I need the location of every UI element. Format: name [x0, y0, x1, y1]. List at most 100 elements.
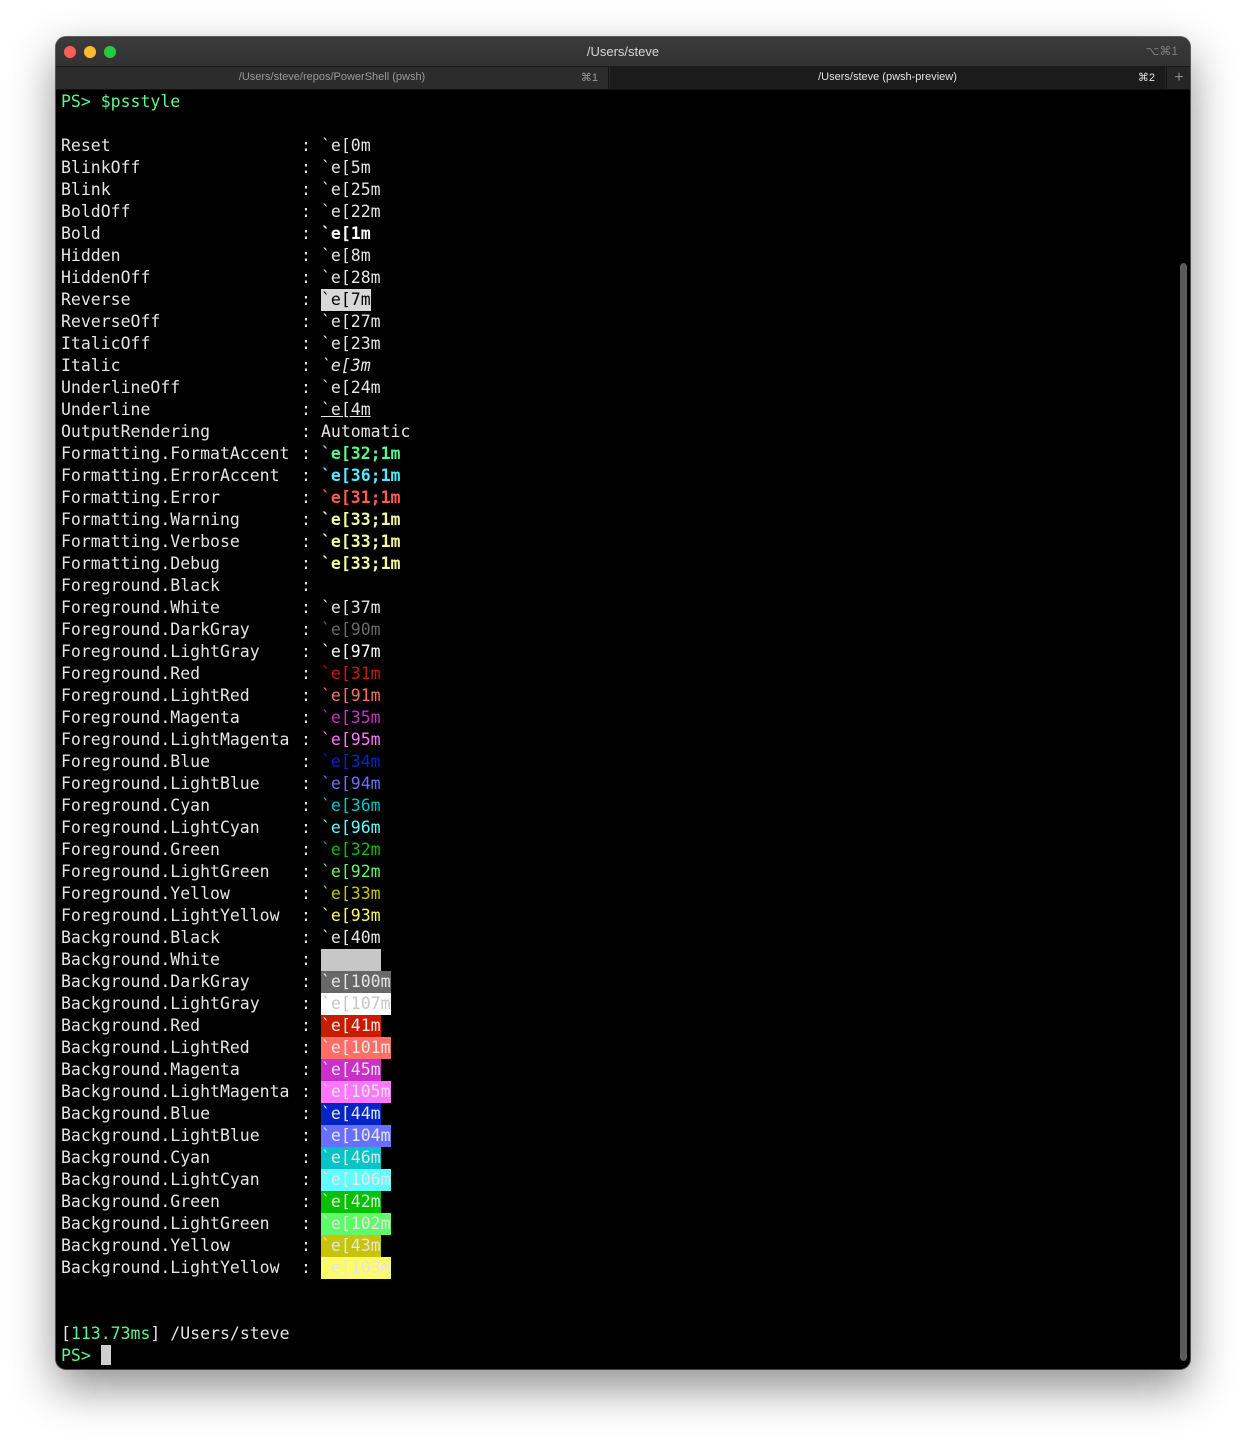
- separator: :: [301, 510, 311, 529]
- separator: :: [301, 752, 311, 771]
- property-name: Foreground.LightYellow: [61, 906, 280, 925]
- property-value: `e[105m: [321, 1081, 391, 1103]
- psstyle-row: Bold: `e[1m: [61, 223, 661, 245]
- property-value: `e[37m: [321, 598, 381, 617]
- property-name: Formatting.Verbose: [61, 532, 240, 551]
- psstyle-row: BoldOff: `e[22m: [61, 201, 661, 223]
- separator: :: [301, 334, 311, 353]
- property-name: Reverse: [61, 290, 131, 309]
- separator: :: [301, 818, 311, 837]
- property-value: `e[33m: [321, 884, 381, 903]
- separator: :: [301, 1236, 311, 1255]
- property-name: Formatting.Warning: [61, 510, 240, 529]
- elapsed-time: 113.73ms: [70, 1324, 151, 1343]
- psstyle-row: Hidden: `e[8m: [61, 245, 661, 267]
- psstyle-row: Italic: `e[3m: [61, 355, 661, 377]
- separator: :: [301, 1126, 311, 1145]
- psstyle-row: Formatting.ErrorAccent: `e[36;1m: [61, 465, 661, 487]
- separator: :: [301, 972, 311, 991]
- property-value: `e[101m: [321, 1037, 391, 1059]
- text-cursor: [100, 1345, 111, 1365]
- separator: :: [301, 158, 311, 177]
- psstyle-row: Formatting.Verbose: `e[33;1m: [61, 531, 661, 553]
- property-name: Formatting.Debug: [61, 554, 220, 573]
- property-value: `e[91m: [321, 686, 381, 705]
- property-value: `e[32m: [321, 840, 381, 859]
- separator: :: [301, 356, 311, 375]
- property-value: `e[33;1m: [321, 510, 401, 529]
- property-value: `e[33;1m: [321, 532, 401, 551]
- psstyle-row: Background.Yellow: `e[43m: [61, 1235, 661, 1257]
- property-value: `e[34m: [321, 752, 381, 771]
- property-value: `e[107m: [321, 993, 391, 1015]
- tab-shortcut: ⌘2: [1137, 72, 1155, 84]
- property-name: Foreground.DarkGray: [61, 620, 250, 639]
- property-name: Foreground.LightRed: [61, 686, 250, 705]
- psstyle-row: BlinkOff: `e[5m: [61, 157, 661, 179]
- property-name: Foreground.Red: [61, 664, 201, 683]
- separator: :: [301, 862, 311, 881]
- separator: :: [301, 884, 311, 903]
- separator: :: [301, 1170, 311, 1189]
- psstyle-row: Foreground.Magenta: `e[35m: [61, 707, 661, 729]
- property-name: Background.Green: [61, 1192, 220, 1211]
- property-name: Foreground.Cyan: [61, 796, 211, 815]
- property-name: Background.Red: [61, 1016, 201, 1035]
- psstyle-row: Foreground.LightMagenta: `e[95m: [61, 729, 661, 751]
- separator: :: [301, 1104, 311, 1123]
- separator: :: [301, 1258, 311, 1277]
- tab-powershell-repo[interactable]: /Users/steve/repos/PowerShell (pwsh) ⌘1: [56, 67, 609, 89]
- psstyle-row: Background.LightRed: `e[101m: [61, 1037, 661, 1059]
- property-value: `e[92m: [321, 862, 381, 881]
- psstyle-row: Background.Black: `e[40m: [61, 927, 661, 949]
- property-name: ItalicOff: [61, 334, 151, 353]
- property-value: `e[102m: [321, 1213, 391, 1235]
- title-bar[interactable]: /Users/steve ⌥⌘1: [56, 37, 1190, 67]
- separator: :: [301, 554, 311, 573]
- separator: :: [301, 422, 311, 441]
- property-value: `e[7m: [321, 289, 371, 311]
- property-value: `e[45m: [321, 1059, 381, 1081]
- terminal-window: /Users/steve ⌥⌘1 /Users/steve/repos/Powe…: [56, 37, 1190, 1369]
- tab-steve-preview[interactable]: /Users/steve (pwsh-preview) ⌘2: [610, 67, 1165, 89]
- property-name: Bold: [61, 224, 101, 243]
- input-line[interactable]: PS>: [61, 1345, 111, 1367]
- property-value: `e[42m: [321, 1191, 381, 1213]
- new-tab-button[interactable]: +: [1166, 67, 1190, 89]
- psstyle-row: Background.LightCyan: `e[106m: [61, 1169, 661, 1191]
- property-name: Background.DarkGray: [61, 972, 250, 991]
- property-name: Formatting.FormatAccent: [61, 444, 290, 463]
- property-name: Background.LightCyan: [61, 1170, 260, 1189]
- property-name: Foreground.LightCyan: [61, 818, 260, 837]
- separator: :: [301, 1082, 311, 1101]
- psstyle-row: Foreground.Red: `e[31m: [61, 663, 661, 685]
- property-value: Automatic: [321, 422, 411, 441]
- property-name: Foreground.LightGreen: [61, 862, 270, 881]
- property-name: Background.LightMagenta: [61, 1082, 290, 1101]
- separator: :: [301, 1038, 311, 1057]
- psstyle-row: Background.LightGray: `e[107m: [61, 993, 661, 1015]
- psstyle-row: Underline: `e[4m: [61, 399, 661, 421]
- prompt: PS>: [61, 1346, 91, 1365]
- property-name: UnderlineOff: [61, 378, 181, 397]
- psstyle-row: OutputRendering: Automatic: [61, 421, 661, 443]
- property-value: `e[4m: [321, 400, 371, 419]
- separator: :: [301, 224, 311, 243]
- separator: :: [301, 576, 311, 595]
- property-name: Background.LightGray: [61, 994, 260, 1013]
- psstyle-row: Formatting.Warning: `e[33;1m: [61, 509, 661, 531]
- property-value: `e[43m: [321, 1235, 381, 1257]
- property-value: `e[94m: [321, 774, 381, 793]
- property-value: `e[1m: [321, 224, 371, 243]
- psstyle-row: Foreground.Black: `e[30m: [61, 575, 661, 597]
- scrollbar[interactable]: [1180, 263, 1187, 1361]
- property-value: `e[3m: [321, 356, 371, 375]
- property-value: `e[28m: [321, 268, 381, 287]
- property-name: Foreground.Blue: [61, 752, 211, 771]
- separator: :: [301, 994, 311, 1013]
- terminal-output[interactable]: PS> $psstyle Reset: `e[0m BlinkOff: `e[5m Bl…: [61, 91, 1171, 1367]
- tab-shortcut: ⌘1: [580, 72, 598, 84]
- separator: :: [301, 730, 311, 749]
- psstyle-row: UnderlineOff: `e[24m: [61, 377, 661, 399]
- property-value: `e[24m: [321, 378, 381, 397]
